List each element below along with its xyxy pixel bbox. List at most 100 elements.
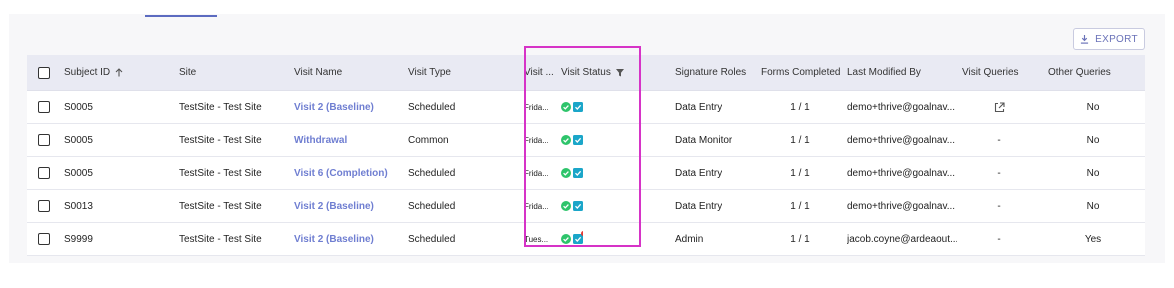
visits-table: Subject ID Site Visit Name Visit Type Vi…: [27, 55, 1145, 256]
site-cell: TestSite - Test Site: [179, 167, 262, 179]
last-modified-by-cell: demo+thrive@goalnav...: [847, 134, 956, 146]
visit-status-cell: [561, 190, 583, 222]
status-complete-icon: [561, 168, 571, 178]
visit-date-cell: Frida...: [524, 135, 548, 145]
col-forms-completed-label: Forms Completed: [761, 67, 841, 78]
col-other-queries[interactable]: Other Queries: [1048, 55, 1111, 90]
export-button[interactable]: EXPORT: [1073, 28, 1145, 50]
signature-roles-cell: Data Entry: [675, 101, 723, 113]
row-select-cell: [38, 124, 50, 156]
status-complete-icon: [561, 201, 571, 211]
col-visit-date[interactable]: Visit ...: [524, 55, 554, 90]
col-visit-type[interactable]: Visit Type: [408, 55, 451, 90]
status-signed-icon: [573, 168, 583, 178]
alert-dot-icon: [581, 231, 583, 236]
row-checkbox[interactable]: [38, 101, 50, 113]
visit-queries-cell: -: [962, 223, 1036, 255]
forms-completed-cell: 1 / 1: [790, 134, 810, 146]
visit-name-link[interactable]: Withdrawal: [294, 124, 347, 156]
col-visit-queries-label: Visit Queries: [962, 67, 1019, 78]
visit-queries-value: -: [997, 233, 1001, 245]
table-row[interactable]: S9999 TestSite - Test Site Visit 2 (Base…: [27, 223, 1145, 256]
visit-date-cell: Frida...: [524, 168, 548, 178]
subject-id-cell: S0005: [64, 167, 93, 179]
site-cell: TestSite - Test Site: [179, 134, 262, 146]
col-visit-status[interactable]: Visit Status: [561, 55, 624, 90]
subject-id-cell: S0005: [64, 101, 93, 113]
visit-queries-value: -: [997, 200, 1001, 212]
table-header-row: Subject ID Site Visit Name Visit Type Vi…: [27, 55, 1145, 91]
status-complete-icon: [561, 135, 571, 145]
col-visit-name-label: Visit Name: [294, 67, 343, 78]
visit-type-cell: Scheduled: [408, 167, 456, 179]
col-forms-completed[interactable]: Forms Completed: [761, 55, 840, 90]
visit-queries-cell: -: [962, 124, 1036, 156]
table-row[interactable]: S0005 TestSite - Test Site Visit 6 (Comp…: [27, 157, 1145, 190]
visit-name-link[interactable]: Visit 6 (Completion): [294, 157, 388, 189]
visit-queries-value: -: [997, 167, 1001, 179]
col-site-label: Site: [179, 67, 197, 78]
forms-completed-cell: 1 / 1: [790, 167, 810, 179]
col-visit-status-label: Visit Status: [561, 67, 611, 78]
other-queries-cell: Yes: [1084, 233, 1102, 245]
row-checkbox[interactable]: [38, 167, 50, 179]
signature-roles-cell: Data Monitor: [675, 134, 733, 146]
row-checkbox[interactable]: [38, 233, 50, 245]
other-queries-cell: No: [1086, 200, 1100, 212]
row-checkbox[interactable]: [38, 134, 50, 146]
col-subject-id[interactable]: Subject ID: [64, 55, 123, 90]
site-cell: TestSite - Test Site: [179, 200, 262, 212]
status-signed-icon: [573, 135, 583, 145]
visit-status-cell: [561, 91, 583, 123]
row-select-cell: [38, 157, 50, 189]
other-queries-cell: No: [1086, 101, 1100, 113]
col-signature-roles-label: Signature Roles: [675, 67, 747, 78]
status-signed-icon: [573, 102, 583, 112]
table-row[interactable]: S0005 TestSite - Test Site Withdrawal Co…: [27, 124, 1145, 157]
visit-queries-cell: -: [962, 190, 1036, 222]
col-visit-name[interactable]: Visit Name: [294, 55, 342, 90]
col-visit-queries[interactable]: Visit Queries: [962, 55, 1019, 90]
col-last-modified-by-label: Last Modified By: [847, 67, 921, 78]
subject-id-cell: S0005: [64, 134, 93, 146]
open-external-icon[interactable]: [994, 101, 1005, 113]
col-subject-id-label: Subject ID: [64, 67, 111, 78]
table-body: S0005 TestSite - Test Site Visit 2 (Base…: [27, 91, 1145, 256]
visit-queries-cell[interactable]: [962, 91, 1036, 123]
col-signature-roles[interactable]: Signature Roles: [675, 55, 746, 90]
row-select-cell: [38, 190, 50, 222]
visit-queries-value: -: [997, 134, 1001, 146]
col-site[interactable]: Site: [179, 55, 196, 90]
other-queries-cell: No: [1086, 167, 1100, 179]
site-cell: TestSite - Test Site: [179, 101, 262, 113]
visit-name-link[interactable]: Visit 2 (Baseline): [294, 91, 374, 123]
visit-type-cell: Common: [408, 134, 449, 146]
visit-status-cell: [561, 223, 583, 255]
table-row[interactable]: S0013 TestSite - Test Site Visit 2 (Base…: [27, 190, 1145, 223]
visit-date-cell: Frida...: [524, 201, 548, 211]
visit-status-cell: [561, 124, 583, 156]
signature-roles-cell: Admin: [675, 233, 704, 245]
visit-name-link[interactable]: Visit 2 (Baseline): [294, 190, 374, 222]
row-checkbox[interactable]: [38, 200, 50, 212]
subject-id-cell: S9999: [64, 233, 93, 245]
active-tab-indicator: [145, 15, 217, 17]
sort-ascending-icon[interactable]: [115, 68, 123, 77]
row-select-cell: [38, 223, 50, 255]
col-last-modified-by[interactable]: Last Modified By: [847, 55, 921, 90]
status-complete-icon: [561, 102, 571, 112]
col-other-queries-label: Other Queries: [1048, 67, 1111, 78]
signature-roles-cell: Data Entry: [675, 167, 723, 179]
last-modified-by-cell: jacob.coyne@ardeaout...: [847, 233, 957, 245]
col-visit-date-label: Visit ...: [524, 67, 554, 78]
subject-id-cell: S0013: [64, 200, 93, 212]
forms-completed-cell: 1 / 1: [790, 200, 810, 212]
visit-name-link[interactable]: Visit 2 (Baseline): [294, 223, 374, 255]
visit-queries-cell: -: [962, 157, 1036, 189]
filter-icon[interactable]: [615, 68, 624, 77]
visit-type-cell: Scheduled: [408, 233, 456, 245]
table-row[interactable]: S0005 TestSite - Test Site Visit 2 (Base…: [27, 91, 1145, 124]
forms-completed-cell: 1 / 1: [790, 233, 810, 245]
select-all-checkbox[interactable]: [38, 66, 50, 79]
visit-date-cell: Tues...: [524, 234, 548, 244]
